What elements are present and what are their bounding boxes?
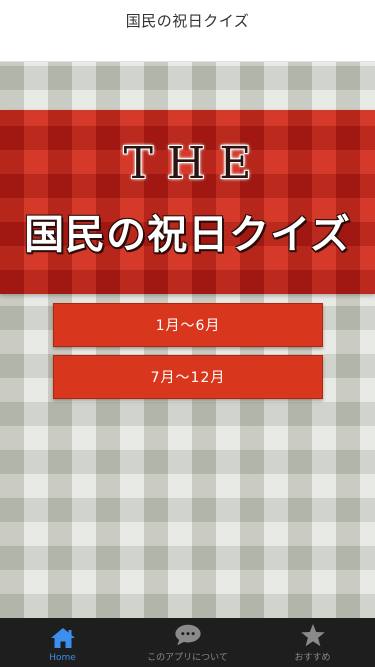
tab-home-label: Home bbox=[49, 653, 76, 663]
star-icon bbox=[299, 621, 327, 649]
tab-about-label: このアプリについて bbox=[147, 653, 228, 663]
tab-recommend[interactable]: おすすめ bbox=[250, 618, 375, 667]
jan-jun-button[interactable]: 1月〜6月 bbox=[53, 303, 323, 347]
speech-bubble-icon bbox=[174, 621, 202, 649]
navigation-bar: 国民の祝日クイズ bbox=[0, 0, 375, 62]
page-title: 国民の祝日クイズ bbox=[125, 12, 250, 30]
tab-about[interactable]: このアプリについて bbox=[125, 618, 250, 667]
tab-bar: Home このアプリについて おすすめ bbox=[0, 618, 375, 667]
jul-dec-button[interactable]: 7月〜12月 bbox=[53, 355, 323, 399]
banner-title-text: 国民の祝日クイズ bbox=[24, 212, 351, 258]
app-screen: 国民の祝日クイズ THE 国民の祝日クイズ 1月〜6月 7月〜12月 Home bbox=[0, 0, 375, 667]
title-banner: THE 国民の祝日クイズ bbox=[0, 110, 375, 294]
banner-the-text: THE bbox=[123, 138, 266, 189]
tab-home[interactable]: Home bbox=[0, 618, 125, 667]
tab-recommend-label: おすすめ bbox=[294, 653, 331, 663]
home-icon bbox=[49, 624, 77, 652]
